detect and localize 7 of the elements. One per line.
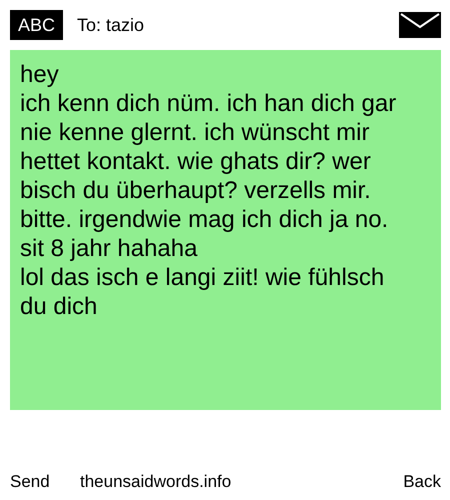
back-softkey[interactable]: Back <box>403 472 441 492</box>
input-mode-indicator: ABC <box>10 10 64 40</box>
message-field[interactable]: hey ich kenn dich nüm. ich han dich gar nie kenne glernt. ich wünscht mir hettet kontakt. wie ghats dir? wer bisch du überhaupt? verzells mir. bitte. irgendwie mag ich dich ja no. sit 8 jahr hahaha lol das isch e langi ziit! wie fühlsch du dich <box>10 50 441 410</box>
send-softkey[interactable]: Send <box>10 472 80 492</box>
envelope-icon <box>399 12 441 38</box>
website-link[interactable]: theunsaidwords.info <box>80 472 404 492</box>
recipient-label: To: tazio <box>77 14 146 36</box>
